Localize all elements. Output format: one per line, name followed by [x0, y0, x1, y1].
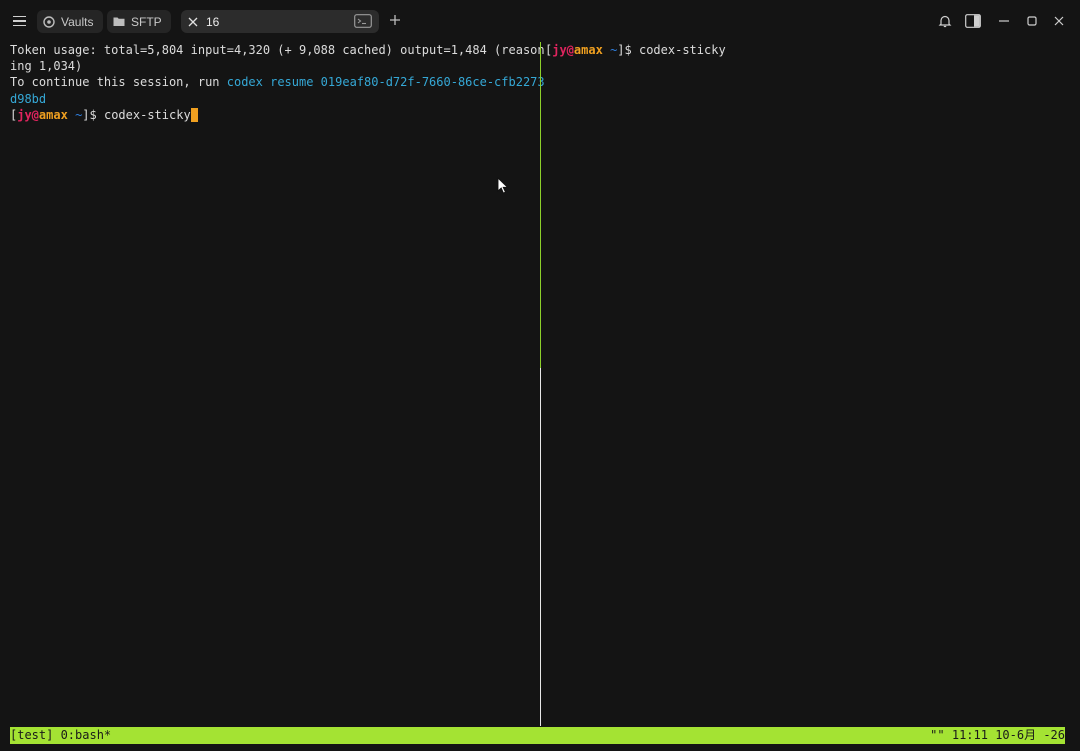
terminal-pane-left[interactable]: Token usage: total=5,804 input=4,320 (+ … — [10, 42, 545, 123]
token-usage-line-wrap: ing 1,034) — [10, 59, 83, 74]
prompt-username: jy@ — [17, 107, 39, 122]
tab-session-16[interactable]: 16 — [181, 10, 379, 33]
terminal-icon[interactable] — [354, 14, 372, 28]
mouse-pointer-icon — [497, 176, 509, 195]
sidebar-toggle-icon[interactable] — [965, 13, 981, 29]
prompt-user: jy@amax — [17, 108, 68, 122]
prompt-hostname: amax — [38, 107, 68, 122]
menu-icon[interactable] — [10, 12, 30, 30]
tab-label: 16 — [206, 14, 220, 29]
status-clock: "" 11:11 10-6月 -26 — [930, 728, 1065, 742]
resume-hint-text: To continue this session, run — [10, 75, 227, 90]
terminal-area[interactable]: Token usage: total=5,804 input=4,320 (+ … — [0, 42, 1080, 726]
status-session-info: [test] 0:bash* — [10, 728, 112, 742]
shell-prompt: [jy@amax ~]$ codex-sticky — [10, 107, 538, 123]
terminal-pane-right[interactable]: [jy@amax ~]$ codex-sticky — [545, 42, 1075, 58]
tab-label: Vaults — [61, 14, 94, 29]
tmux-status-bar: [test] 0:bash* "" 11:11 10-6月 -26 — [10, 727, 1065, 744]
pane-divider-active — [540, 42, 541, 368]
text-cursor — [190, 107, 198, 122]
vault-icon — [42, 15, 56, 29]
resume-hint-line: To continue this session, run codex resu… — [10, 74, 545, 90]
typed-command: codex-sticky — [103, 107, 191, 122]
resume-command: codex resume 019eaf80-d72f-7660-86ce-cfb… — [226, 75, 545, 90]
token-usage-line: Token usage: total=5,804 input=4,320 (+ … — [10, 43, 545, 57]
maximize-icon[interactable] — [1024, 13, 1040, 29]
prompt-user: jy@amax — [552, 43, 603, 57]
prompt-dir: ~ — [610, 43, 618, 57]
bell-icon[interactable] — [937, 13, 953, 29]
tab-label: SFTP — [131, 14, 162, 29]
close-icon[interactable] — [186, 15, 200, 29]
shell-prompt: [jy@amax ~]$ codex-sticky — [545, 43, 726, 57]
tab-sftp[interactable]: SFTP — [107, 10, 171, 33]
typed-command: codex-sticky — [638, 43, 726, 57]
plus-icon[interactable] — [387, 12, 403, 28]
minimize-icon[interactable] — [996, 13, 1012, 29]
prompt-username: jy@ — [552, 43, 574, 57]
prompt-dir: ~ — [75, 107, 83, 122]
folder-icon — [112, 15, 126, 29]
resume-command-wrap: d98bd — [10, 91, 47, 106]
title-bar: Vaults SFTP 16 — [0, 0, 1080, 42]
tab-vaults[interactable]: Vaults — [37, 10, 103, 33]
window-close-icon[interactable] — [1051, 13, 1067, 29]
prompt-hostname: amax — [573, 43, 603, 57]
